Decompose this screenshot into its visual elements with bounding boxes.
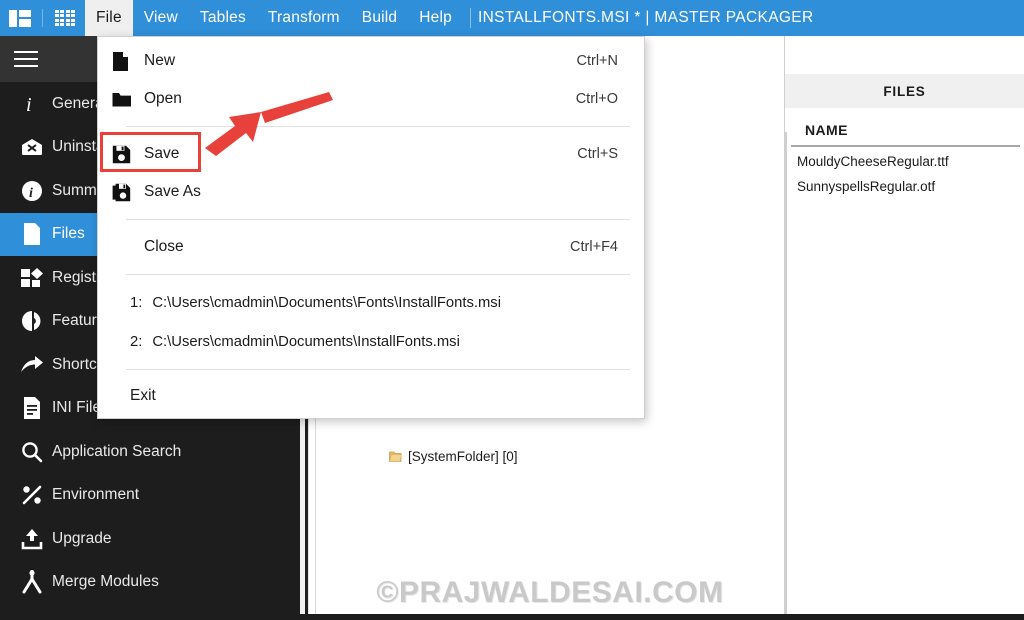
menu-transform[interactable]: Transform [257,0,351,36]
recent-file-1-path: C:\Users\cmadmin\Documents\Fonts\Install… [152,294,501,311]
menu-item-close-shortcut: Ctrl+F4 [570,239,618,255]
file-dropdown-menu: New Ctrl+N Open Ctrl+O Save Ctrl+S Save … [97,36,645,419]
upload-icon [12,525,52,553]
pointer-arrow-icon [205,92,333,156]
arrow-shortcut-icon [12,351,52,379]
uninstall-box-icon [12,133,52,161]
menu-help[interactable]: Help [408,0,463,36]
svg-text:i: i [26,94,32,115]
open-folder-icon [112,91,144,108]
menu-item-close-label: Close [144,238,184,255]
menu-item-exit-label: Exit [130,387,156,404]
recent-file-2-number: 2: [130,333,143,350]
menu-item-close[interactable]: Close Ctrl+F4 [98,228,644,266]
menu-tables-label: Tables [199,9,246,26]
grid-apps-glyph [54,9,76,27]
menu-build-label: Build [361,9,398,26]
menu-item-new-label: New [144,52,176,69]
sidebar-item-upgrade-label: Upgrade [52,529,112,547]
menu-item-save-as[interactable]: Save As [98,173,644,211]
menu-divider-4 [126,369,630,370]
layout-dashboard-glyph [9,9,31,27]
titlebar-divider-2 [469,8,471,28]
sidebar-item-application-search-label: Application Search [52,442,182,460]
menu-divider-2 [126,219,630,220]
menu-item-save-as-label: Save As [144,183,201,200]
pie-chart-icon [12,307,52,335]
menu-transform-label: Transform [267,9,340,26]
table-row[interactable]: SunnyspellsRegular.otf [785,172,1024,197]
svg-text:i: i [29,186,33,201]
menu-build[interactable]: Build [351,0,408,36]
info-circle-icon: i [12,177,52,205]
window-title: INSTALLFONTS.MSI * | MASTER PACKAGER [477,9,814,26]
table-row[interactable]: MouldyCheeseRegular.ttf [785,147,1024,172]
ini-document-icon [12,394,52,422]
new-document-icon [112,51,144,72]
folder-tree-item[interactable]: [SystemFolder] [0] [389,449,518,464]
layout-dashboard-icon[interactable] [0,0,40,36]
files-panel-body: NAME MouldyCheeseRegular.ttf Sunnyspells… [785,108,1024,197]
menu-view-label: View [143,9,178,26]
app-window: File View Tables Transform Build Help IN… [0,0,1024,620]
sidebar-item-partial[interactable] [0,604,308,614]
files-column-header-name: NAME [791,122,1020,147]
folder-icon [389,450,402,463]
grid-apps-icon[interactable] [45,0,85,36]
menu-item-exit[interactable]: Exit [98,378,644,414]
menu-item-new[interactable]: New Ctrl+N [98,42,644,80]
recent-file-1-number: 1: [130,294,143,311]
recent-file-2[interactable]: 2: C:\Users\cmadmin\Documents\InstallFon… [98,322,644,361]
menu-item-open-shortcut: Ctrl+O [575,91,618,107]
title-bar: File View Tables Transform Build Help IN… [0,0,1024,36]
recent-file-2-path: C:\Users\cmadmin\Documents\InstallFonts.… [152,333,460,350]
bottom-border [0,614,1024,620]
percent-icon [12,481,52,509]
menu-item-save[interactable]: Save Ctrl+S [98,135,644,173]
folder-tree-item-label: [SystemFolder] [0] [408,449,518,464]
menu-help-label: Help [419,9,452,26]
search-icon [12,438,52,466]
save-as-floppy-icon [112,183,144,202]
file-page-icon [12,220,52,248]
sidebar-item-application-search[interactable]: Application Search [0,430,308,474]
menu-file-label: File [96,9,122,26]
menu-file[interactable]: File [85,0,133,36]
sidebar-item-files-label: Files [52,225,85,243]
recent-file-1[interactable]: 1: C:\Users\cmadmin\Documents\Fonts\Inst… [98,283,644,322]
files-panel: FILES NAME MouldyCheeseRegular.ttf Sunny… [784,36,1024,614]
files-panel-title: FILES [785,74,1024,108]
sidebar-item-environment-label: Environment [52,486,140,504]
titlebar-divider-1 [42,9,43,27]
registry-blocks-icon [12,264,52,292]
merge-icon [12,568,52,596]
menu-tables[interactable]: Tables [189,0,257,36]
save-floppy-icon [112,145,144,164]
sidebar-item-merge-modules[interactable]: Merge Modules [0,561,308,605]
info-italic-icon: i [12,90,52,118]
watermark: ©PRAJWALDESAI.COM [376,576,724,609]
sidebar-item-environment[interactable]: Environment [0,474,308,518]
menu-item-save-shortcut: Ctrl+S [577,146,618,162]
menu-item-new-shortcut: Ctrl+N [576,53,619,69]
menu-view[interactable]: View [133,0,189,36]
files-panel-left-edge [785,132,787,614]
sidebar-item-upgrade[interactable]: Upgrade [0,517,308,561]
sidebar-item-merge-modules-label: Merge Modules [52,573,159,591]
files-panel-top-spacer [785,36,1024,74]
menu-divider-3 [126,274,630,275]
menu-item-open[interactable]: Open Ctrl+O [98,80,644,118]
menu-icon [14,51,38,67]
